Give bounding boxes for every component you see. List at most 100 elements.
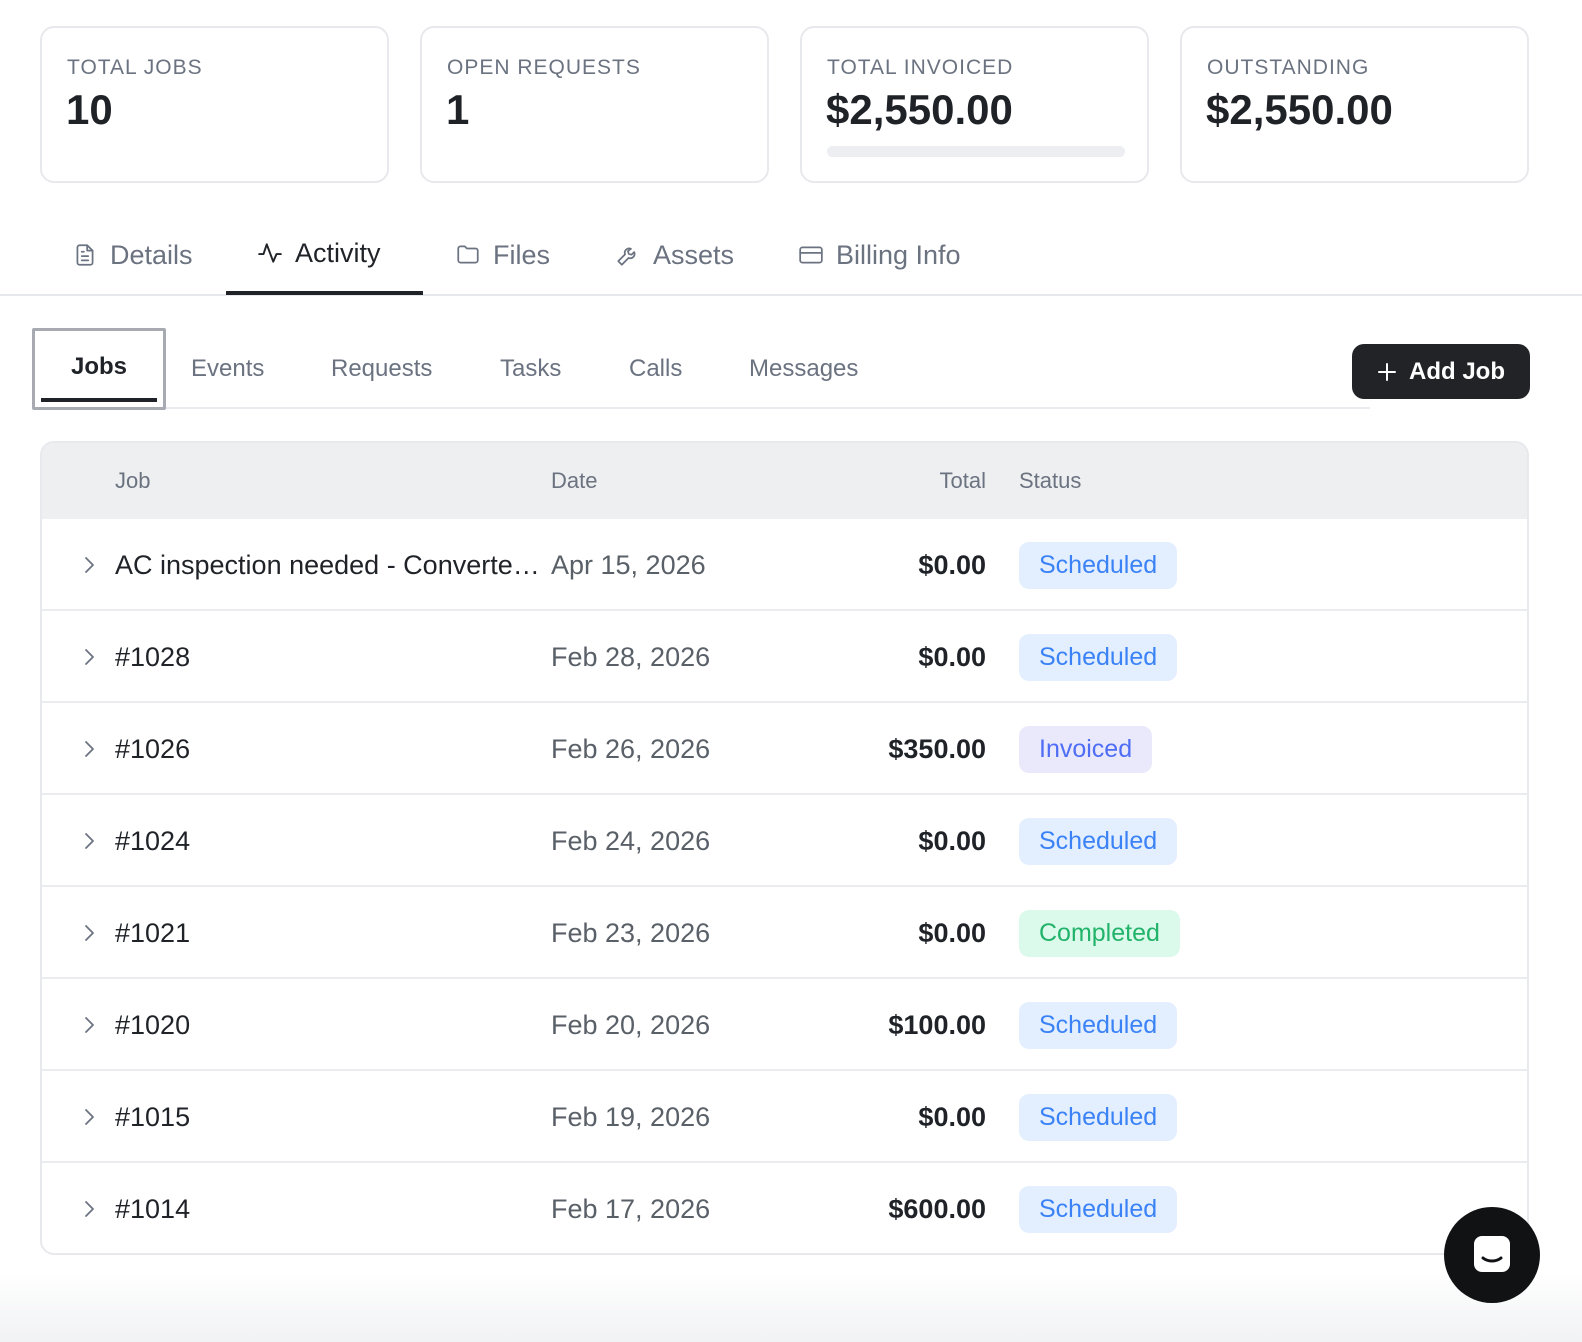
invoiced-progress-bar	[827, 146, 1125, 157]
table-row[interactable]: #1024 Feb 24, 2026 $0.00 Scheduled	[42, 795, 1527, 887]
active-underline	[41, 398, 157, 402]
sub-tabs: Jobs Events Requests Tasks Calls Message…	[32, 328, 1530, 410]
column-header-date[interactable]: Date	[551, 443, 597, 519]
subtab-tasks[interactable]: Tasks	[500, 328, 561, 410]
total-cell: $0.00	[918, 550, 986, 580]
date-cell: Feb 26, 2026	[551, 734, 711, 764]
date-cell: Feb 17, 2026	[551, 1194, 711, 1224]
stat-card-open-requests: OPEN REQUESTS 1	[420, 26, 769, 183]
subtab-calls[interactable]: Calls	[629, 328, 682, 410]
chevron-right-icon	[85, 1201, 94, 1217]
subtab-requests[interactable]: Requests	[331, 328, 432, 410]
stats-row: TOTAL JOBS 10 OPEN REQUESTS 1 TOTAL INVO…	[40, 26, 1529, 183]
job-cell[interactable]: #1026	[115, 703, 549, 795]
subtab-label: Calls	[629, 355, 683, 382]
total-cell: $100.00	[888, 1010, 986, 1040]
subtab-label: Messages	[749, 355, 859, 382]
status-badge: Completed	[1019, 910, 1180, 957]
job-cell[interactable]: #1021	[115, 887, 549, 979]
total-cell: $350.00	[888, 734, 986, 764]
job-cell[interactable]: #1020	[115, 979, 549, 1071]
stat-label: OPEN REQUESTS	[447, 56, 641, 79]
status-badge: Scheduled	[1019, 1002, 1178, 1049]
plus-icon	[1378, 362, 1396, 381]
chevron-right-icon	[85, 925, 94, 941]
column-header-total[interactable]: Total	[802, 443, 986, 519]
folder-icon	[457, 245, 479, 264]
table-row[interactable]: #1028 Feb 28, 2026 $0.00 Scheduled	[42, 611, 1527, 703]
tab-billing-info[interactable]: Billing Info	[798, 215, 961, 295]
tab-label: Activity	[295, 237, 381, 268]
stat-value: $2,550.00	[826, 86, 1013, 133]
stat-card-total-jobs: TOTAL JOBS 10	[40, 26, 389, 183]
table-row[interactable]: #1026 Feb 26, 2026 $350.00 Invoiced	[42, 703, 1527, 795]
activity-icon	[258, 243, 282, 263]
table-row[interactable]: #1015 Feb 19, 2026 $0.00 Scheduled	[42, 1071, 1527, 1163]
credit-card-icon	[799, 246, 823, 264]
subtab-label: Jobs	[70, 353, 127, 380]
date-cell: Feb 20, 2026	[551, 1010, 711, 1040]
job-cell[interactable]: AC inspection needed - Converted from re…	[115, 519, 549, 611]
subtab-messages[interactable]: Messages	[749, 328, 858, 410]
status-badge: Invoiced	[1019, 726, 1153, 773]
tab-label: Files	[493, 239, 551, 270]
chat-icon	[1474, 1236, 1510, 1272]
subtab-label: Requests	[331, 355, 433, 382]
tab-activity[interactable]: Activity	[226, 215, 423, 295]
chevron-right-icon	[85, 1109, 94, 1125]
tab-assets[interactable]: Assets	[615, 215, 734, 295]
column-header-status[interactable]: Status	[1019, 443, 1081, 519]
status-badge: Scheduled	[1019, 1094, 1178, 1141]
tab-details[interactable]: Details	[72, 215, 193, 295]
stat-label: TOTAL JOBS	[67, 56, 203, 79]
total-cell: $0.00	[918, 826, 986, 856]
job-cell[interactable]: #1028	[115, 611, 549, 703]
bottom-fade	[0, 1272, 1582, 1342]
stat-card-outstanding: OUTSTANDING $2,550.00	[1180, 26, 1529, 183]
wrench-icon	[617, 247, 636, 266]
tab-files[interactable]: Files	[455, 215, 550, 295]
total-cell: $600.00	[888, 1194, 986, 1224]
total-cell: $0.00	[918, 918, 986, 948]
chevron-right-icon	[85, 649, 94, 665]
status-badge: Scheduled	[1019, 542, 1178, 589]
add-job-button[interactable]: Add Job	[1352, 344, 1530, 399]
chat-launcher-button[interactable]	[1444, 1207, 1540, 1303]
status-badge: Scheduled	[1019, 1186, 1178, 1233]
stat-card-total-invoiced: TOTAL INVOICED $2,550.00	[800, 26, 1149, 183]
job-cell[interactable]: #1024	[115, 795, 549, 887]
stat-label: OUTSTANDING	[1207, 56, 1370, 79]
date-cell: Feb 19, 2026	[551, 1102, 711, 1132]
status-badge: Scheduled	[1019, 818, 1178, 865]
column-header-job[interactable]: Job	[115, 443, 150, 519]
table-row[interactable]: AC inspection needed - Converted from re…	[42, 519, 1527, 611]
subtab-events[interactable]: Events	[191, 328, 264, 410]
chevron-right-icon	[85, 557, 94, 573]
total-cell: $0.00	[918, 642, 986, 672]
status-badge: Scheduled	[1019, 634, 1178, 681]
date-cell: Feb 23, 2026	[551, 918, 711, 948]
table-row[interactable]: #1014 Feb 17, 2026 $600.00 Scheduled	[42, 1163, 1527, 1253]
date-cell: Feb 24, 2026	[551, 826, 711, 856]
stat-label: TOTAL INVOICED	[827, 56, 1014, 79]
document-icon	[76, 244, 94, 266]
table-header: Job Date Total Status	[42, 443, 1527, 519]
stat-value: 10	[66, 86, 113, 133]
subtab-label: Events	[191, 355, 265, 382]
table-row[interactable]: #1020 Feb 20, 2026 $100.00 Scheduled	[42, 979, 1527, 1071]
chevron-right-icon	[85, 1017, 94, 1033]
stat-value: $2,550.00	[1206, 86, 1393, 133]
job-cell[interactable]: #1014	[115, 1163, 549, 1253]
job-cell[interactable]: #1015	[115, 1071, 549, 1163]
chevron-right-icon	[85, 833, 94, 849]
chevron-right-icon	[85, 741, 94, 757]
table-row[interactable]: #1021 Feb 23, 2026 $0.00 Completed	[42, 887, 1527, 979]
date-cell: Feb 28, 2026	[551, 642, 711, 672]
subtab-label: Tasks	[500, 355, 562, 382]
subtab-jobs[interactable]: Jobs	[32, 328, 166, 410]
total-cell: $0.00	[918, 1102, 986, 1132]
date-cell: Apr 15, 2026	[551, 550, 706, 580]
jobs-table: Job Date Total Status AC inspection need…	[40, 441, 1529, 1255]
tab-label: Assets	[653, 239, 735, 270]
tab-label: Details	[110, 239, 193, 270]
